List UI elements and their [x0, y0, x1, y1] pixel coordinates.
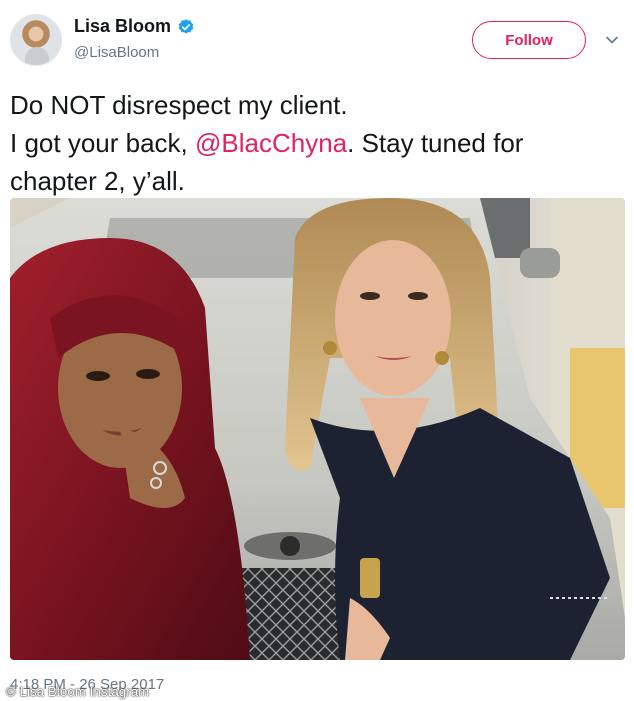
- photo-credit: © Lisa Bloom Instagram: [6, 684, 150, 699]
- follow-button[interactable]: Follow: [472, 21, 586, 59]
- mention-link[interactable]: @BlacChyna: [195, 128, 347, 158]
- author-name-row[interactable]: Lisa Bloom: [74, 16, 195, 37]
- author-handle[interactable]: @LisaBloom: [74, 44, 159, 61]
- chevron-down-icon[interactable]: [604, 32, 620, 48]
- tweet-photo[interactable]: [10, 198, 625, 660]
- tweet-text: Do NOT disrespect my client. I got your …: [10, 86, 625, 200]
- verified-badge-icon: [178, 18, 194, 34]
- author-display-name[interactable]: Lisa Bloom: [74, 16, 171, 37]
- avatar[interactable]: [10, 14, 62, 66]
- tweet-header: Lisa Bloom @LisaBloom Follow: [0, 0, 634, 80]
